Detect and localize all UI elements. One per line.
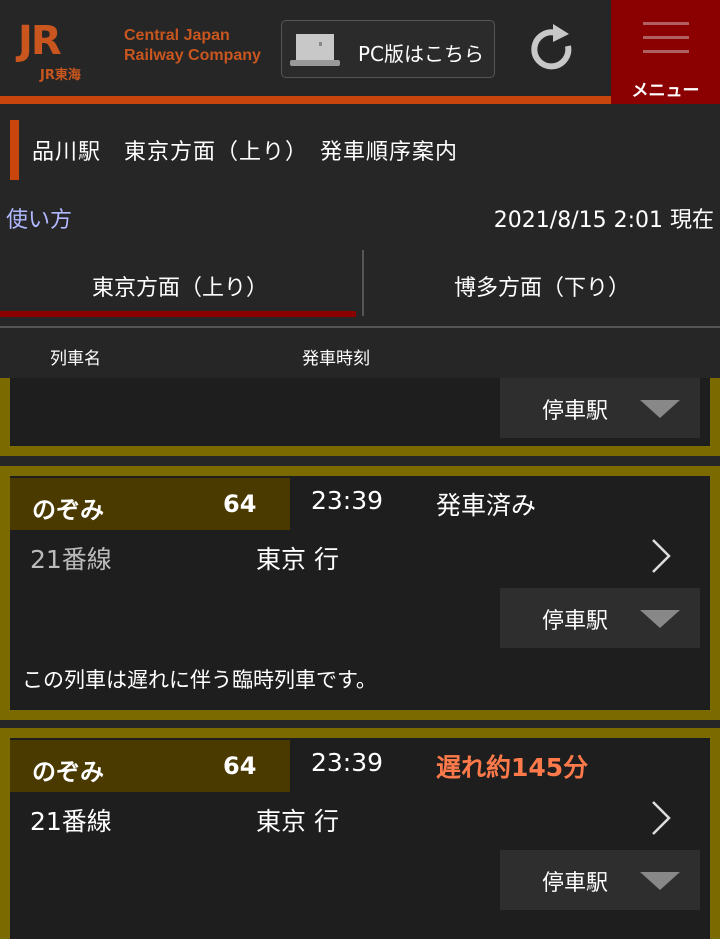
page-title: 品川駅 東京方面（上り） 発車順序案内 (32, 140, 459, 165)
destination: 東京 行 (256, 545, 339, 574)
header: JR JR東海 Central Japan Railway Company PC… (0, 0, 720, 104)
stops-button[interactable]: 停車駅 (500, 588, 700, 648)
train-status: 発車済み (436, 491, 537, 520)
tab-divider (0, 326, 720, 328)
departure-time: 23:39 (311, 748, 384, 777)
train-number: 64 (223, 490, 257, 518)
chevron-right-icon[interactable] (650, 798, 672, 838)
train-name-cell: のぞみ 64 (10, 740, 290, 792)
header-accent-bar (0, 96, 611, 104)
track-number: 21番線 (30, 545, 112, 574)
train-name: のぞみ (32, 758, 104, 786)
tab-hakata-bound[interactable]: 博多方面（下り） (364, 270, 720, 322)
title-marker (10, 120, 19, 180)
train-name-cell: のぞみ 64 (10, 478, 290, 530)
reload-icon[interactable] (526, 24, 580, 74)
laptop-icon (290, 34, 340, 66)
active-tab-indicator (0, 311, 356, 317)
delay-status: 遅れ約145分 (436, 753, 589, 782)
train-card-partial: 停車駅 (0, 378, 720, 456)
card-gap (0, 720, 720, 728)
stops-label: 停車駅 (542, 399, 609, 424)
track-number: 21番線 (30, 807, 112, 836)
train-card[interactable]: のぞみ 64 23:39 遅れ約145分 21番線 東京 行 停車駅 (0, 728, 720, 939)
column-header-train-name: 列車名 (50, 349, 101, 369)
caret-down-icon (640, 872, 680, 890)
company-name-line2: Railway Company (124, 47, 261, 64)
company-name: Central Japan Railway Company (124, 26, 261, 66)
stops-label: 停車駅 (542, 871, 609, 896)
departure-time: 23:39 (311, 486, 384, 515)
menu-button[interactable]: メニュー (611, 0, 720, 104)
current-timestamp: 2021/8/15 2:01 現在 (493, 208, 714, 233)
hamburger-icon (643, 22, 689, 64)
chevron-right-icon[interactable] (650, 536, 672, 576)
card-gap (0, 456, 720, 466)
menu-label: メニュー (631, 81, 700, 101)
stops-button[interactable]: 停車駅 (500, 850, 700, 910)
pc-version-label: PC版はこちら (358, 42, 485, 66)
stops-label: 停車駅 (542, 609, 609, 634)
caret-down-icon (640, 400, 680, 418)
stops-button[interactable]: 停車駅 (500, 378, 700, 438)
destination: 東京 行 (256, 807, 339, 836)
card-inner: 停車駅 (10, 378, 710, 446)
caret-down-icon (640, 610, 680, 628)
station-title-row: 品川駅 東京方面（上り） 発車順序案内 (0, 104, 720, 184)
how-to-use-link[interactable]: 使い方 (6, 202, 72, 234)
logo-mark: JR (18, 18, 62, 64)
train-card[interactable]: のぞみ 64 23:39 発車済み 21番線 東京 行 停車駅 この列車は遅れに… (0, 466, 720, 720)
column-header-departure-time: 発車時刻 (302, 349, 370, 369)
pc-version-button[interactable]: PC版はこちら (281, 20, 495, 78)
jr-central-logo[interactable]: JR JR東海 (18, 18, 108, 83)
train-note: この列車は遅れに伴う臨時列車です。 (22, 668, 377, 692)
logo-sub-text: JR東海 (40, 68, 81, 83)
company-name-line1: Central Japan (124, 27, 230, 44)
train-number: 64 (223, 752, 257, 780)
train-name: のぞみ (32, 496, 104, 524)
